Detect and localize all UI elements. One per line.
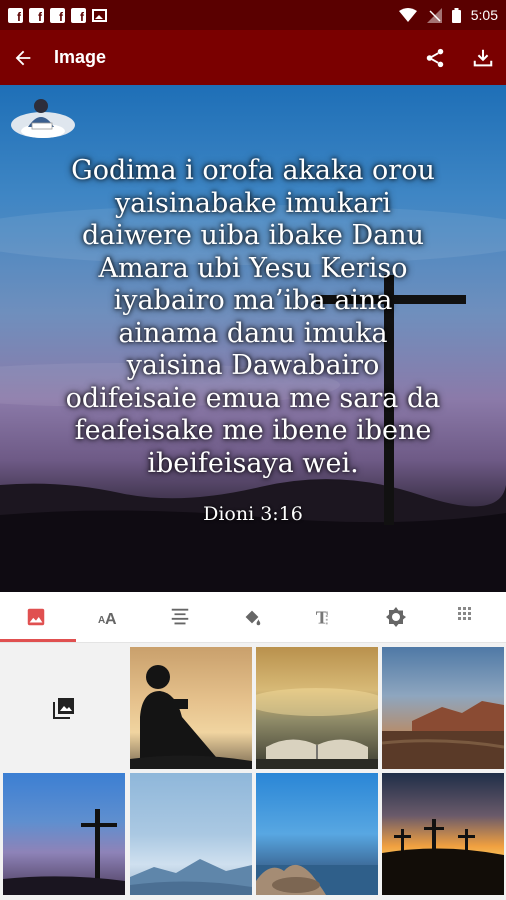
tab-pattern[interactable] <box>432 592 504 642</box>
thumbnail-rocky-shore[interactable] <box>256 773 378 895</box>
thumbnail-art <box>256 864 378 895</box>
add-photo-icon <box>53 698 74 719</box>
clock: 5:05 <box>470 7 498 23</box>
add-image-button[interactable] <box>3 647 125 769</box>
paint-bucket-icon <box>245 610 261 626</box>
tab-background-image[interactable] <box>0 592 76 642</box>
verse-line: ibeifeisaya wei. <box>147 447 359 479</box>
thumbnail-desert-canyon[interactable] <box>382 647 504 769</box>
back-arrow-icon[interactable] <box>12 47 34 69</box>
facebook-icon: f <box>71 7 86 23</box>
thumbnail-art <box>3 809 125 895</box>
text-size-icon: AA <box>98 611 117 627</box>
share-icon[interactable] <box>424 47 446 69</box>
tab-color[interactable] <box>216 592 288 642</box>
app-bar: Image <box>0 30 506 85</box>
signal-icon <box>426 7 442 23</box>
image-icon <box>92 8 107 22</box>
background-image-grid <box>0 643 506 900</box>
facebook-icon: f <box>8 7 23 23</box>
verse-line: daiwere uiba ibake Danu <box>81 220 425 251</box>
thumbnail-three-crosses-sunset[interactable] <box>382 773 504 895</box>
tab-text-align[interactable] <box>144 592 216 642</box>
facebook-icon: f <box>29 7 44 23</box>
facebook-icon: f <box>50 7 65 23</box>
verse-line: iyabairo ma’iba aina <box>113 285 393 316</box>
verse-line: yaisinabake imukari <box>115 187 391 219</box>
wifi-icon <box>398 8 417 22</box>
status-bar: f f f f 5:05 <box>0 0 506 30</box>
thumbnail-open-bible-sunset[interactable] <box>256 647 378 769</box>
align-icon <box>171 608 189 625</box>
verse-line: feafeisake me ibene ibene <box>74 415 432 446</box>
svg-text:T: T <box>316 607 328 627</box>
editor-tabs: AA T <box>0 592 506 643</box>
svg-text:A: A <box>105 611 117 627</box>
verse-image-canvas[interactable]: Godima i orofa akaka orou yaisinabake im… <box>0 85 506 592</box>
verse-line: yaisina Dawabairo <box>126 350 380 381</box>
verse-line: ainama danu imuka <box>118 317 388 349</box>
thumbnail-cross-dusk[interactable] <box>3 773 125 895</box>
thumbnail-art <box>130 665 252 769</box>
verse-line: odifeisaie emua me sara da <box>65 382 441 414</box>
thumbnail-art <box>382 701 504 769</box>
thumbnail-silhouette-reading[interactable] <box>130 647 252 769</box>
download-icon[interactable] <box>472 47 494 69</box>
brightness-icon <box>386 607 406 627</box>
image-icon <box>27 608 45 626</box>
verse-line: Godima i orofa akaka orou <box>71 155 435 186</box>
verse-reference: Dioni 3:16 <box>203 503 303 525</box>
page-title: Image <box>54 47 107 67</box>
text-style-icon: T <box>316 607 328 627</box>
verse-text: Godima i orofa akaka orou yaisinabake im… <box>18 155 488 480</box>
thumbnail-art <box>130 859 252 895</box>
thumbnail-blue-mountains[interactable] <box>130 773 252 895</box>
battery-icon <box>451 7 461 23</box>
notification-icons: f f f f <box>8 7 107 23</box>
tab-brightness[interactable] <box>360 592 432 642</box>
pattern-icon <box>458 607 471 620</box>
verse-line: Amara ubi Yesu Keriso <box>98 252 408 284</box>
app-logo <box>11 99 75 138</box>
tab-text-style[interactable]: T <box>288 592 360 642</box>
thumbnail-art <box>382 819 504 895</box>
thumbnail-art <box>256 688 378 769</box>
tab-text-size[interactable]: AA <box>72 592 144 642</box>
